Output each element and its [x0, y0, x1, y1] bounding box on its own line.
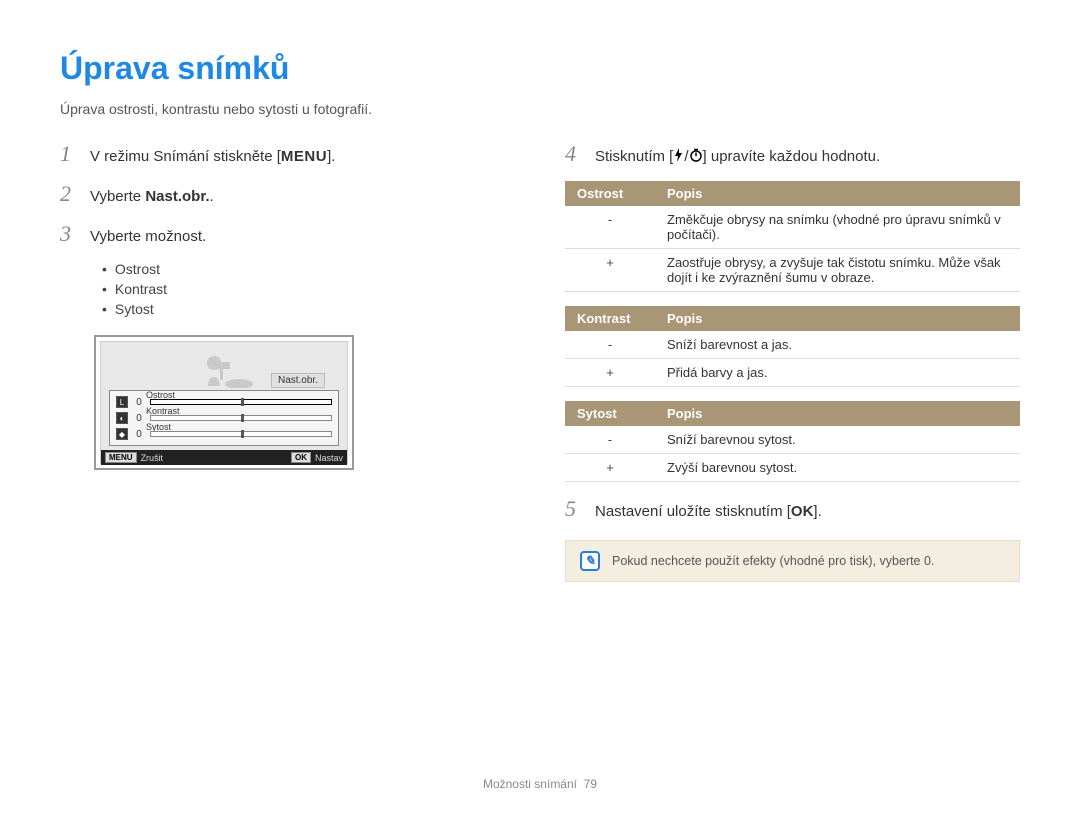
menu-badge-icon: MENU	[105, 452, 137, 463]
table-row: - Změkčuje obrysy na snímku (vhodné pro …	[565, 206, 1020, 249]
table-key: -	[565, 426, 655, 454]
bullet-item: Sytost	[102, 301, 515, 317]
table-key: -	[565, 331, 655, 359]
table-desc: Změkčuje obrysy na snímku (vhodné pro úp…	[655, 206, 1020, 249]
table-header: Popis	[655, 181, 1020, 206]
lcd-cancel-label: Zrušit	[141, 453, 164, 463]
lcd-preview: Nast.obr. L 0 Ostrost ◐ 0 Kontrast	[94, 335, 354, 470]
step2-bold: Nast.obr.	[145, 188, 209, 205]
step-4: 4 Stisknutím [/] upravíte každou hodnotu…	[565, 141, 1020, 167]
left-column: 1 V režimu Snímání stiskněte [MENU]. 2 V…	[60, 141, 515, 582]
table-row: - Sníží barevnost a jas.	[565, 331, 1020, 359]
step-number: 1	[60, 141, 78, 167]
table-sytost: Sytost Popis - Sníží barevnou sytost. + …	[565, 401, 1020, 482]
flash-icon	[673, 148, 684, 166]
bullet-item: Kontrast	[102, 281, 515, 297]
right-column: 4 Stisknutím [/] upravíte každou hodnotu…	[565, 141, 1020, 582]
page-title: Úprava snímků	[60, 50, 1020, 87]
table-desc: Sníží barevnost a jas.	[655, 331, 1020, 359]
options-list: Ostrost Kontrast Sytost	[102, 261, 515, 317]
step-number: 2	[60, 181, 78, 207]
table-key: +	[565, 359, 655, 387]
timer-icon	[689, 148, 703, 166]
step4-text-post: ] upravíte každou hodnotu.	[703, 148, 881, 165]
lcd-value: 0	[134, 413, 144, 424]
note-text: Pokud nechcete použít efekty (vhodné pro…	[612, 554, 934, 568]
table-key: +	[565, 249, 655, 292]
table-desc: Přidá barvy a jas.	[655, 359, 1020, 387]
table-row: + Přidá barvy a jas.	[565, 359, 1020, 387]
table-desc: Sníží barevnou sytost.	[655, 426, 1020, 454]
table-kontrast: Kontrast Popis - Sníží barevnost a jas. …	[565, 306, 1020, 387]
lcd-scene: Nast.obr.	[109, 348, 339, 388]
step1-text-pre: V režimu Snímání stiskněte [	[90, 148, 281, 165]
bullet-item: Ostrost	[102, 261, 515, 277]
step3-text: Vyberte možnost.	[90, 228, 206, 245]
table-key: -	[565, 206, 655, 249]
step-number: 4	[565, 141, 583, 167]
table-desc: Zvýší barevnou sytost.	[655, 454, 1020, 482]
table-header: Popis	[655, 306, 1020, 331]
table-row: + Zaostřuje obrysy, a zvyšuje tak čistot…	[565, 249, 1020, 292]
step1-text-post: ].	[327, 148, 335, 165]
slider-bar	[150, 415, 332, 421]
saturation-icon: ◆	[116, 428, 128, 440]
lcd-value: 0	[134, 429, 144, 440]
page-subtitle: Úprava ostrosti, kontrastu nebo sytosti …	[60, 101, 1020, 117]
lcd-row-sytost: ◆ 0 Sytost	[116, 426, 332, 442]
lcd-set-label: Nastav	[315, 453, 343, 463]
table-header: Kontrast	[565, 306, 655, 331]
step-number: 5	[565, 496, 583, 522]
table-desc: Zaostřuje obrysy, a zvyšuje tak čistotu …	[655, 249, 1020, 292]
menu-glyph: MENU	[281, 148, 327, 165]
page-footer: Možnosti snímání 79	[0, 777, 1080, 791]
step-5: 5 Nastavení uložíte stisknutím [OK].	[565, 496, 1020, 522]
step2-text-pre: Vyberte	[90, 188, 145, 205]
step-3: 3 Vyberte možnost.	[60, 221, 515, 247]
ok-glyph: OK	[791, 503, 814, 520]
table-ostrost: Ostrost Popis - Změkčuje obrysy na snímk…	[565, 181, 1020, 292]
step5-text-post: ].	[813, 503, 821, 520]
slider-bar	[150, 399, 332, 405]
sharpness-icon: L	[116, 396, 128, 408]
step-1: 1 V režimu Snímání stiskněte [MENU].	[60, 141, 515, 167]
step2-text-post: .	[210, 188, 214, 205]
step-number: 3	[60, 221, 78, 247]
ok-badge-icon: OK	[291, 452, 311, 463]
scene-illustration-icon	[184, 348, 264, 388]
lcd-footer: MENU Zrušit OK Nastav	[101, 450, 347, 465]
step4-text-pre: Stisknutím [	[595, 148, 673, 165]
step-2: 2 Vyberte Nast.obr..	[60, 181, 515, 207]
lcd-tag: Nast.obr.	[271, 373, 325, 388]
table-row: - Sníží barevnou sytost.	[565, 426, 1020, 454]
table-header: Sytost	[565, 401, 655, 426]
table-header: Popis	[655, 401, 1020, 426]
step5-text-pre: Nastavení uložíte stisknutím [	[595, 503, 791, 520]
table-header: Ostrost	[565, 181, 655, 206]
contrast-icon: ◐	[116, 412, 128, 424]
lcd-value: 0	[134, 397, 144, 408]
note-box: ✎ Pokud nechcete použít efekty (vhodné p…	[565, 540, 1020, 582]
table-row: + Zvýší barevnou sytost.	[565, 454, 1020, 482]
lcd-panel: L 0 Ostrost ◐ 0 Kontrast ◆ 0 Sytos	[109, 390, 339, 446]
footer-section: Možnosti snímání	[483, 777, 577, 791]
slider-bar	[150, 431, 332, 437]
table-key: +	[565, 454, 655, 482]
footer-page-number: 79	[584, 777, 597, 791]
note-icon: ✎	[580, 551, 600, 571]
